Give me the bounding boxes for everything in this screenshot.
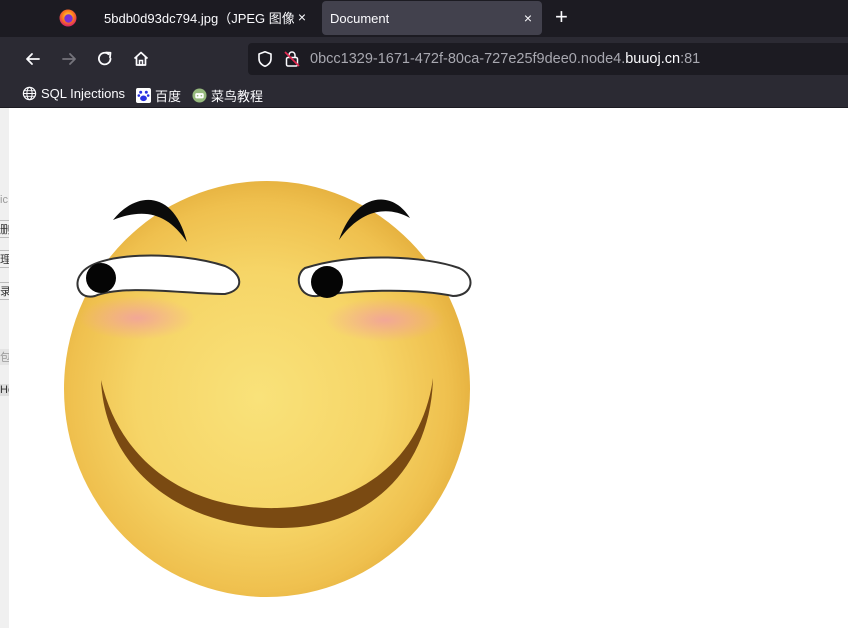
address-bar[interactable]: 0bcc1329-1671-472f-80ca-727e25f9dee0.nod… (248, 43, 848, 75)
home-icon[interactable] (131, 49, 151, 69)
tab-image[interactable]: 5bdb0d93dc794.jpg（JPEG 图像， × (92, 0, 318, 34)
globe-icon (22, 86, 37, 101)
tab-document[interactable]: Document × (322, 1, 542, 35)
bookmark-baidu[interactable]: 百度 (136, 86, 181, 105)
bookmark-label: 菜鸟教程 (211, 89, 264, 104)
smirking-emoji-image (64, 181, 472, 597)
right-blush (325, 298, 445, 342)
right-pupil (311, 266, 343, 298)
edge-glyph: 包 (0, 349, 9, 365)
edge-glyph: 删 (0, 220, 9, 238)
url-text[interactable]: 0bcc1329-1671-472f-80ca-727e25f9dee0.nod… (310, 51, 700, 67)
runoob-icon (192, 88, 207, 103)
face (64, 181, 470, 597)
tab-strip: 5bdb0d93dc794.jpg（JPEG 图像， × Document × … (0, 0, 848, 37)
url-host: buuoj.cn (625, 51, 681, 67)
edge-glyph: ic (0, 194, 8, 206)
bookmark-sql-injections[interactable]: SQL Injections (22, 86, 125, 101)
tab-document-label: Document (330, 10, 390, 26)
new-tab-button[interactable]: + (555, 6, 568, 28)
url-port: :81 (680, 51, 701, 67)
forward-arrow-icon[interactable] (59, 49, 79, 69)
shield-icon[interactable] (256, 50, 274, 68)
firefox-icon[interactable] (58, 8, 78, 28)
bookmark-runoob[interactable]: 菜鸟教程 (192, 86, 263, 105)
background-window-edge: ic 删 理 录 包 He (0, 108, 9, 628)
back-arrow-icon[interactable] (23, 49, 43, 69)
url-prefix: 0bcc1329-1671-472f-80ca-727e25f9dee0.nod… (310, 51, 626, 67)
insecure-lock-icon[interactable] (284, 50, 300, 68)
close-icon[interactable]: × (524, 10, 532, 26)
left-pupil (86, 263, 116, 293)
bookmarks-toolbar: SQL Injections 百度 菜鸟教程 (0, 82, 848, 107)
edge-glyph: 录 (0, 282, 9, 300)
bookmark-label: SQL Injections (41, 86, 126, 101)
tab-image-label: 5bdb0d93dc794.jpg（JPEG 图像， (104, 10, 294, 26)
edge-glyph: 理 (0, 250, 9, 268)
close-icon[interactable]: × (298, 9, 306, 25)
reload-icon[interactable] (95, 49, 115, 69)
bookmark-label: 百度 (155, 89, 182, 104)
left-blush (79, 296, 195, 340)
baidu-paw-icon (136, 88, 151, 103)
edge-glyph: He (0, 384, 9, 396)
